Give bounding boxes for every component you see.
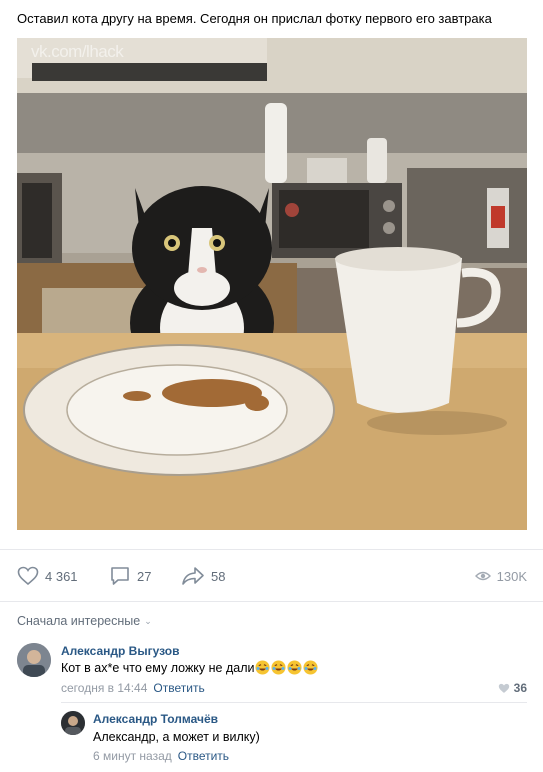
share-arrow-icon [182,567,204,585]
divider [61,702,527,703]
comment-button[interactable]: 27 [109,562,151,590]
comment-author[interactable]: Александр Толмачёв [93,712,218,726]
comment-meta: 6 минут назад Ответить [93,749,229,763]
heart-icon [498,683,509,693]
sort-label: Сначала интересные [17,614,141,628]
avatar[interactable] [17,643,51,677]
comment-icon [111,567,129,585]
comment: Александр Выгузов Кот в ах*е что ему лож… [0,640,543,700]
post-actions: 4 361 27 58 130K [17,562,527,590]
comment-body: Кот в ах*е что ему ложку не дали [61,660,255,675]
comment-reply: Александр Толмачёв Александр, а может и … [0,710,543,770]
views-count: 130K [496,568,527,584]
comment-meta: сегодня в 14:44 Ответить [61,681,205,695]
like-button[interactable]: 4 361 [17,562,78,590]
comment-text: Кот в ах*е что ему ложку не дали [61,660,319,675]
heart-icon [17,566,39,586]
comment-time[interactable]: 6 минут назад [93,749,172,763]
comment-author[interactable]: Александр Выгузов [61,644,179,658]
views-counter: 130K [474,562,527,590]
post-text: Оставил кота другу на время. Сегодня он … [17,11,492,26]
rofl-emoji-icon [255,660,271,675]
comment-text: Александр, а может и вилку) [93,730,260,744]
comment-count: 27 [137,568,152,584]
avatar-image [61,711,85,735]
avatar-image [17,643,51,677]
share-button[interactable]: 58 [181,562,225,590]
rofl-emoji-icon [271,660,287,675]
comment-time[interactable]: сегодня в 14:44 [61,681,147,695]
divider [0,549,543,550]
eye-icon [474,571,491,581]
reply-button[interactable]: Ответить [178,749,229,763]
comment-body: Александр, а может и вилку) [93,730,260,744]
comment-like-button[interactable]: 36 [498,681,527,695]
cat-photo-illustration [17,38,527,530]
rofl-emoji-icon [287,660,303,675]
comments-sort[interactable]: Сначала интересные ⌄ [17,614,152,628]
reply-button[interactable]: Ответить [153,681,204,695]
like-count: 4 361 [45,568,78,584]
post-photo[interactable]: vk.com/lhack [17,38,527,530]
divider [0,601,543,602]
share-count: 58 [211,568,226,584]
chevron-down-icon: ⌄ [144,615,152,626]
rofl-emoji-icon [303,660,319,675]
avatar[interactable] [61,711,85,735]
comment-like-count: 36 [513,681,527,695]
watermark: vk.com/lhack [31,42,124,61]
